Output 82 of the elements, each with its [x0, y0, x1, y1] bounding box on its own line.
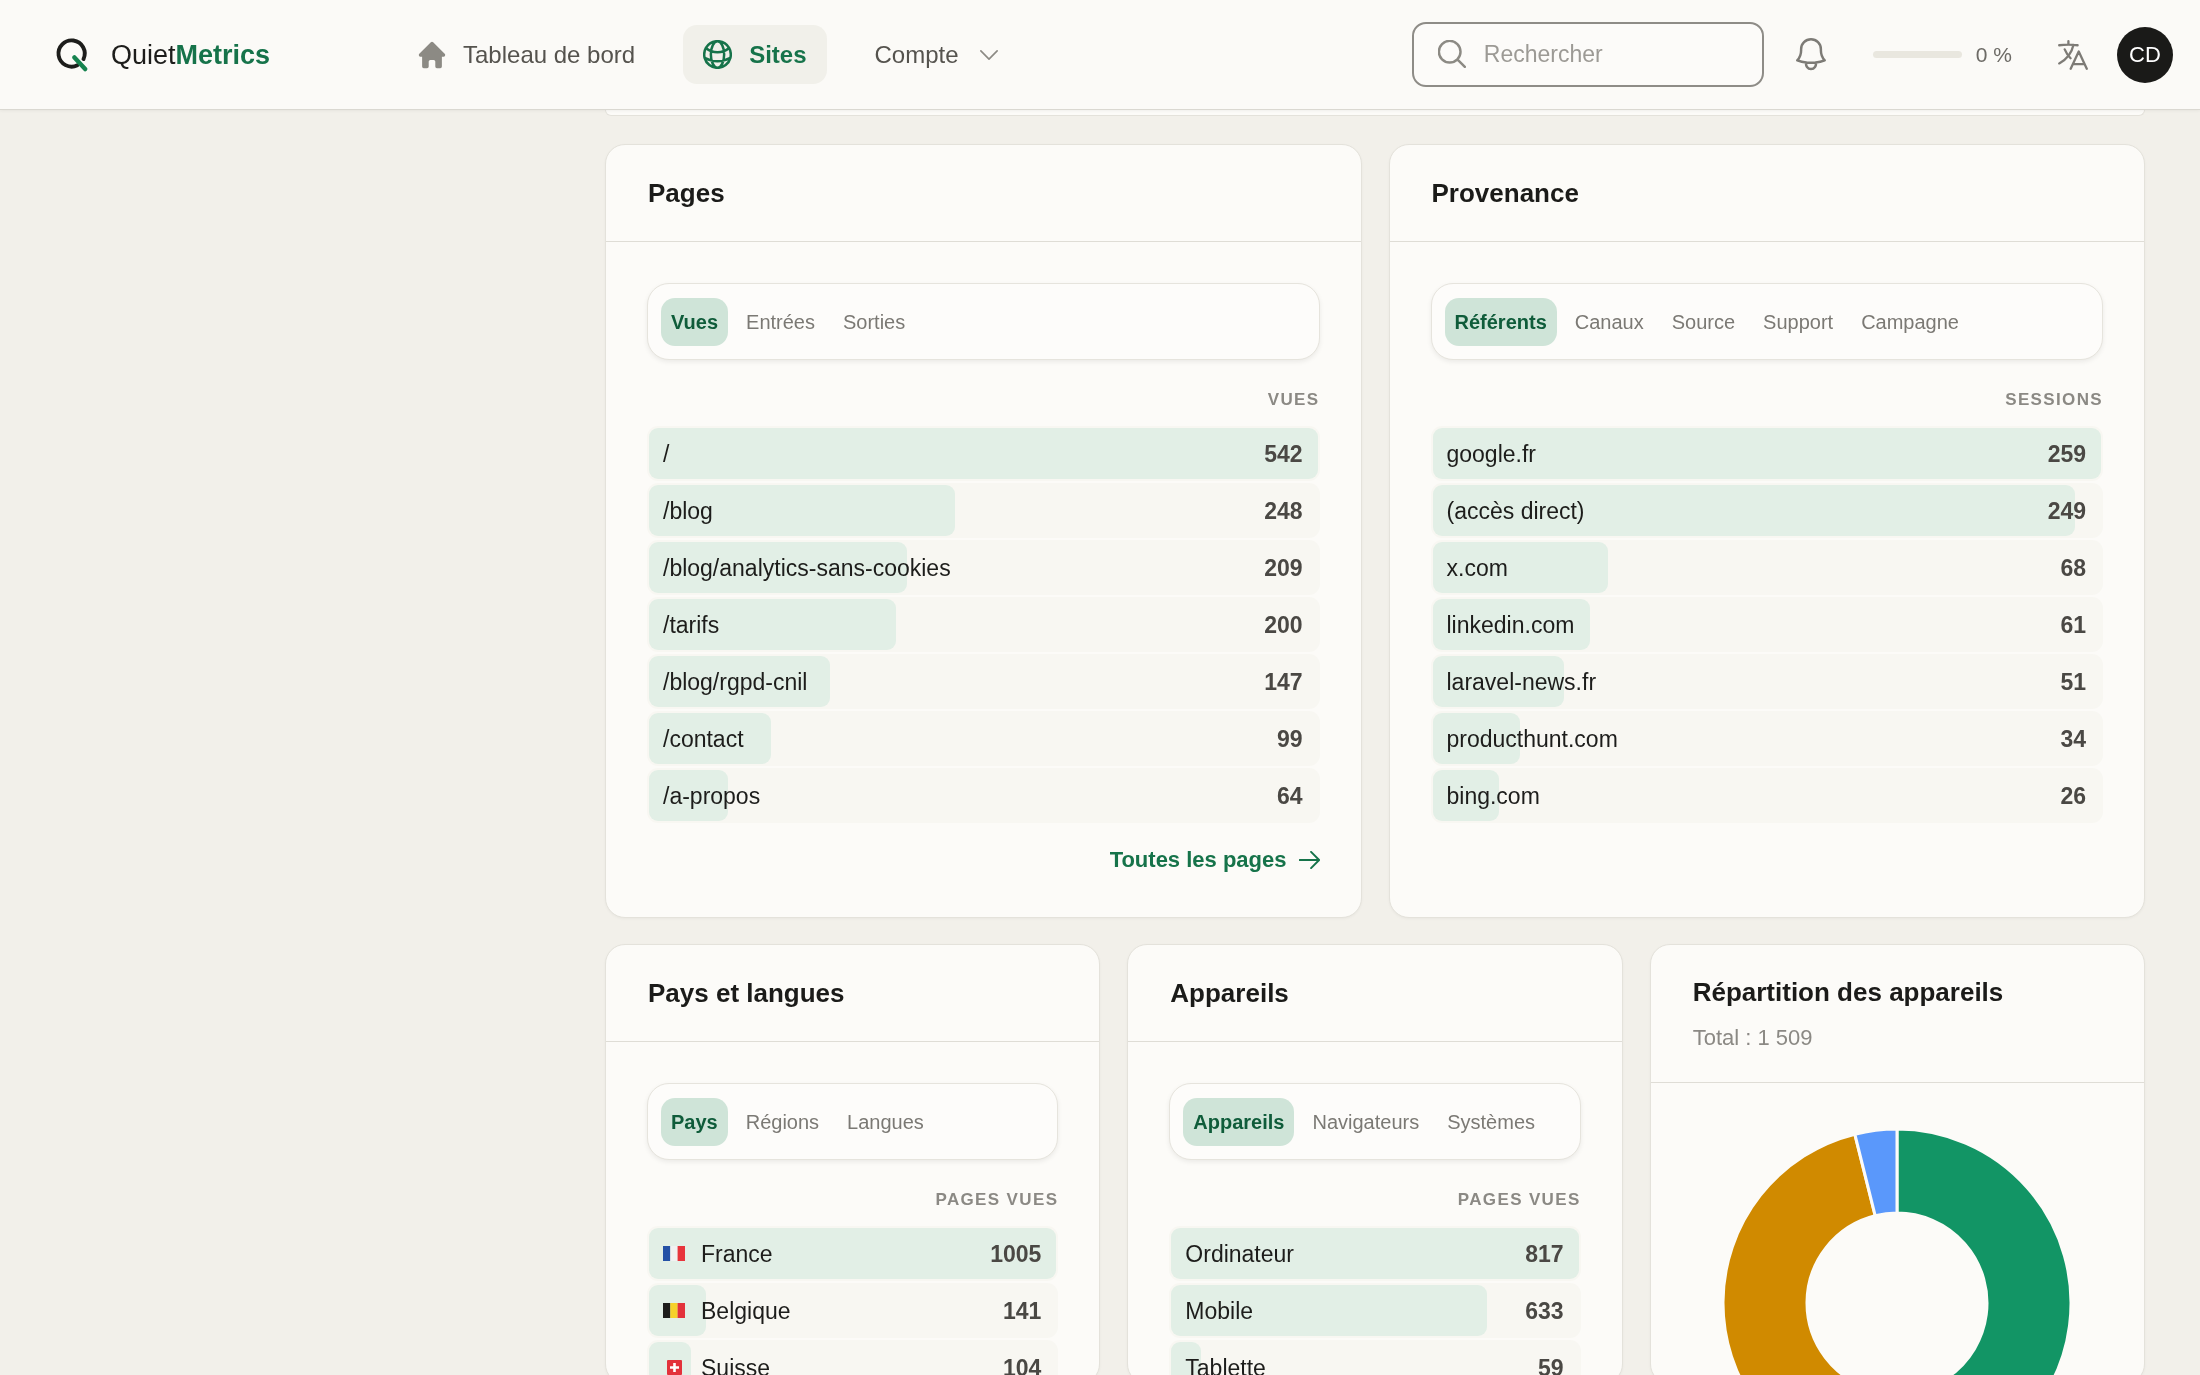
tab[interactable]: Vues [661, 297, 729, 346]
row-value: 68 [2060, 553, 2086, 583]
row-label: /tarifs [663, 610, 720, 640]
row-label: bing.com [1446, 781, 1540, 811]
row-value: 817 [1525, 1239, 1564, 1269]
tab[interactable]: Systèmes [1437, 1097, 1545, 1146]
tab[interactable]: Canaux [1564, 297, 1654, 346]
row-label: producthunt.com [1446, 724, 1618, 754]
row-label: /a-propos [663, 781, 761, 811]
row-value: 209 [1264, 553, 1303, 583]
row-value: 200 [1264, 610, 1303, 640]
all-pages-link[interactable]: Toutes les pages [1109, 846, 1320, 874]
row-label: / [663, 439, 670, 469]
user-avatar[interactable]: CD [2117, 26, 2173, 83]
chevron-down-icon [979, 49, 998, 60]
row-label: /blog [663, 496, 713, 526]
row-label: Belgique [701, 1296, 791, 1326]
card-title: Appareils [1170, 977, 1289, 1010]
row-value: 61 [2060, 610, 2086, 640]
row-value: 147 [1264, 667, 1303, 697]
row-label: Ordinateur [1185, 1239, 1294, 1269]
brand-name[interactable]: QuietMetrics [111, 37, 271, 72]
row-value: 633 [1525, 1296, 1564, 1326]
column-header: SESSIONS [2005, 390, 2103, 410]
row-label: x.com [1446, 553, 1508, 583]
nav-link[interactable]: Tableau de bord [398, 25, 656, 84]
card-title: Provenance [1431, 177, 1579, 210]
row-label: /contact [663, 724, 744, 754]
row-label: linkedin.com [1446, 610, 1575, 640]
tab[interactable]: Navigateurs [1302, 1097, 1430, 1146]
row-value: 104 [1002, 1353, 1042, 1375]
row-value: 259 [2047, 439, 2086, 469]
row-value: 64 [1276, 781, 1303, 811]
card-title: Répartition des appareils [1692, 976, 2005, 1009]
row-label: google.fr [1446, 439, 1536, 469]
tab[interactable]: Régions [735, 1097, 830, 1146]
tab[interactable]: Langues [837, 1097, 934, 1146]
tab[interactable]: Source [1661, 297, 1746, 346]
column-header: PAGES VUES [935, 1190, 1059, 1210]
row-label: /blog/rgpd-cnil [663, 667, 808, 697]
row-value: 26 [2060, 781, 2086, 811]
globe-icon [703, 40, 733, 69]
total-label: Total : 1 509 [1692, 1024, 1813, 1052]
row-label: Mobile [1185, 1296, 1254, 1326]
row-value: 141 [1002, 1296, 1042, 1326]
nav-link[interactable]: Compte [854, 25, 1018, 84]
column-header: PAGES VUES [1457, 1190, 1581, 1210]
flag-icon [663, 1303, 685, 1318]
tab[interactable]: Pays [661, 1097, 728, 1146]
tab[interactable]: Entrées [736, 297, 825, 346]
tab[interactable]: Sorties [833, 297, 916, 346]
row-value: 249 [2047, 496, 2086, 526]
progress-reading: 0 % [1975, 41, 2012, 68]
row-label: France [701, 1239, 773, 1269]
card-title: Pages [648, 177, 725, 210]
row-label: laravel-news.fr [1446, 667, 1597, 697]
tab[interactable]: Appareils [1183, 1097, 1295, 1146]
tab[interactable]: Support [1753, 297, 1844, 346]
house-icon [418, 40, 446, 69]
tab[interactable]: Référents [1444, 297, 1557, 346]
arrow-right-icon [1298, 851, 1320, 869]
row-value: 59 [1538, 1353, 1564, 1375]
row-value: 1005 [990, 1239, 1042, 1269]
card-title: Pays et langues [648, 977, 845, 1010]
row-value: 99 [1276, 724, 1303, 754]
row-label: Suisse [701, 1353, 771, 1375]
row-label: Tablette [1185, 1353, 1266, 1375]
bell-icon[interactable] [1795, 38, 1826, 71]
search-icon [1437, 40, 1466, 68]
row-value: 51 [2060, 667, 2086, 697]
row-value: 34 [2060, 724, 2086, 754]
row-value: 542 [1264, 439, 1303, 469]
row-label: /blog/analytics-sans-cookies [663, 553, 951, 583]
tab[interactable]: Campagne [1851, 297, 1969, 346]
logo-icon[interactable] [55, 37, 90, 72]
row-label: (accès direct) [1446, 496, 1585, 526]
column-header: VUES [1267, 390, 1320, 410]
nav-link[interactable]: Sites [683, 25, 827, 84]
flag-icon [663, 1246, 685, 1261]
translate-icon[interactable] [2058, 39, 2088, 70]
search-field[interactable]: Rechercher [1411, 22, 1764, 87]
row-value: 248 [1264, 496, 1303, 526]
